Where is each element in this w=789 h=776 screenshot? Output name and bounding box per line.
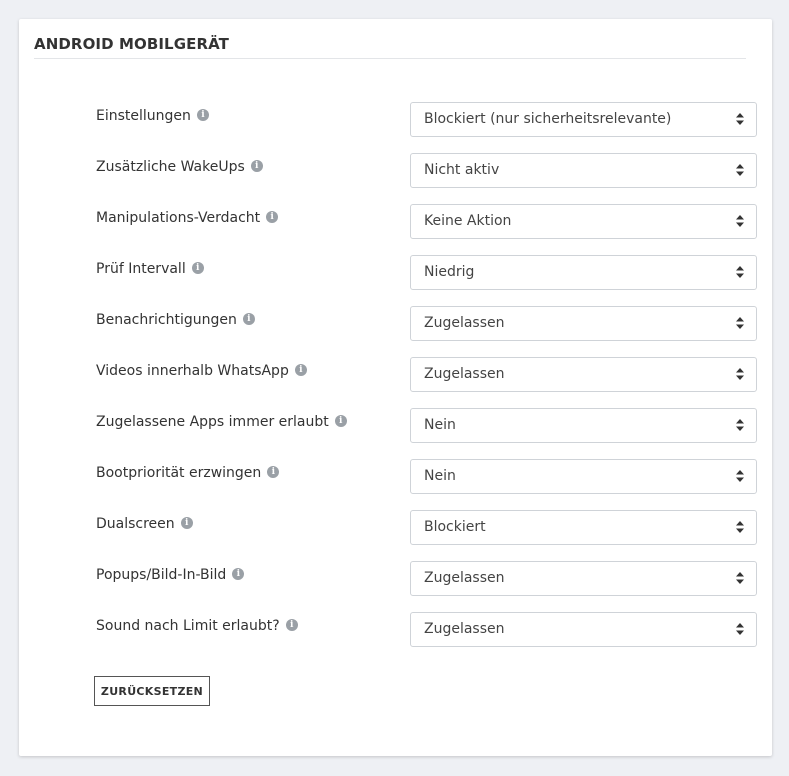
setting-row: Benachrichtigungen i Zugelassen <box>19 306 772 341</box>
info-icon[interactable]: i <box>334 415 347 427</box>
info-icon[interactable]: i <box>267 466 280 478</box>
setting-select[interactable]: Niedrig <box>410 255 757 290</box>
setting-label-text: Einstellungen <box>96 108 191 124</box>
sort-arrows-icon <box>736 113 744 125</box>
info-icon[interactable]: i <box>191 262 204 274</box>
setting-label: Benachrichtigungen i <box>96 312 255 328</box>
setting-select[interactable]: Blockiert (nur sicherheitsrelevante) <box>410 102 757 137</box>
setting-label-text: Prüf Intervall <box>96 261 186 277</box>
sort-arrows-icon <box>736 317 744 329</box>
setting-row: Popups/Bild-In-Bild i Zugelassen <box>19 561 772 596</box>
sort-arrows-icon <box>736 521 744 533</box>
sort-arrows-icon <box>736 368 744 380</box>
setting-select[interactable]: Nein <box>410 459 757 494</box>
setting-select[interactable]: Zugelassen <box>410 561 757 596</box>
setting-select-value: Niedrig <box>424 264 475 280</box>
setting-label: Manipulations-Verdacht i <box>96 210 279 226</box>
setting-label: Zusätzliche WakeUps i <box>96 159 263 175</box>
setting-label-text: Bootpriorität erzwingen <box>96 465 262 481</box>
setting-label-text: Videos innerhalb WhatsApp <box>96 363 289 379</box>
info-icon[interactable]: i <box>196 109 209 121</box>
sort-arrows-icon <box>736 470 744 482</box>
setting-select-value: Zugelassen <box>424 315 505 331</box>
info-icon[interactable]: i <box>285 619 298 631</box>
setting-row: Zusätzliche WakeUps i Nicht aktiv <box>19 153 772 188</box>
setting-select-value: Blockiert <box>424 519 486 535</box>
info-icon[interactable]: i <box>266 211 279 223</box>
reset-button[interactable]: ZURÜCKSETZEN <box>94 676 210 706</box>
setting-label-text: Benachrichtigungen <box>96 312 237 328</box>
setting-label-text: Sound nach Limit erlaubt? <box>96 618 280 634</box>
setting-select-value: Nicht aktiv <box>424 162 500 178</box>
setting-label: Prüf Intervall i <box>96 261 204 277</box>
setting-select[interactable]: Blockiert <box>410 510 757 545</box>
android-settings-panel: ANDROID MOBILGERÄT Einstellungen i Blockie… <box>19 19 772 756</box>
panel-title: ANDROID MOBILGERÄT <box>34 35 230 53</box>
setting-select-value: Nein <box>424 417 456 433</box>
setting-row: Dualscreen i Blockiert <box>19 510 772 545</box>
setting-label: Einstellungen i <box>96 108 209 124</box>
setting-select[interactable]: Nein <box>410 408 757 443</box>
setting-label: Popups/Bild-In-Bild i <box>96 567 245 583</box>
setting-select-value: Zugelassen <box>424 366 505 382</box>
setting-select[interactable]: Nicht aktiv <box>410 153 757 188</box>
setting-label-text: Zusätzliche WakeUps <box>96 159 245 175</box>
sort-arrows-icon <box>736 623 744 635</box>
setting-row: Sound nach Limit erlaubt? i Zugelassen <box>19 612 772 647</box>
setting-select[interactable]: Zugelassen <box>410 357 757 392</box>
info-icon[interactable]: i <box>294 364 307 376</box>
sort-arrows-icon <box>736 572 744 584</box>
sort-arrows-icon <box>736 164 744 176</box>
setting-label-text: Manipulations-Verdacht <box>96 210 261 226</box>
setting-select-value: Keine Aktion <box>424 213 512 229</box>
setting-select[interactable]: Keine Aktion <box>410 204 757 239</box>
setting-select[interactable]: Zugelassen <box>410 612 757 647</box>
setting-select-value: Zugelassen <box>424 621 505 637</box>
setting-label-text: Dualscreen <box>96 516 175 532</box>
setting-select-value: Blockiert (nur sicherheitsrelevante) <box>424 111 672 127</box>
info-icon[interactable]: i <box>180 517 193 529</box>
setting-row: Manipulations-Verdacht i Keine Aktion <box>19 204 772 239</box>
sort-arrows-icon <box>736 266 744 278</box>
setting-label: Zugelassene Apps immer erlaubt i <box>96 414 347 430</box>
setting-row: Einstellungen i Blockiert (nur sicherheits… <box>19 102 772 137</box>
setting-label: Sound nach Limit erlaubt? i <box>96 618 298 634</box>
setting-row: Prüf Intervall i Niedrig <box>19 255 772 290</box>
setting-row: Videos innerhalb WhatsApp i Zugelassen <box>19 357 772 392</box>
setting-label: Videos innerhalb WhatsApp i <box>96 363 307 379</box>
setting-label-text: Popups/Bild-In-Bild <box>96 567 227 583</box>
info-icon[interactable]: i <box>250 160 263 172</box>
sort-arrows-icon <box>736 215 744 227</box>
info-icon[interactable]: i <box>232 568 245 580</box>
info-icon[interactable]: i <box>242 313 255 325</box>
setting-label: Bootpriorität erzwingen i <box>96 465 280 481</box>
setting-label-text: Zugelassene Apps immer erlaubt <box>96 414 329 430</box>
setting-select[interactable]: Zugelassen <box>410 306 757 341</box>
setting-row: Bootpriorität erzwingen i Nein <box>19 459 772 494</box>
setting-select-value: Zugelassen <box>424 570 505 586</box>
setting-row: Zugelassene Apps immer erlaubt i Nein <box>19 408 772 443</box>
title-divider <box>34 58 746 59</box>
sort-arrows-icon <box>736 419 744 431</box>
setting-label: Dualscreen i <box>96 516 193 532</box>
setting-select-value: Nein <box>424 468 456 484</box>
